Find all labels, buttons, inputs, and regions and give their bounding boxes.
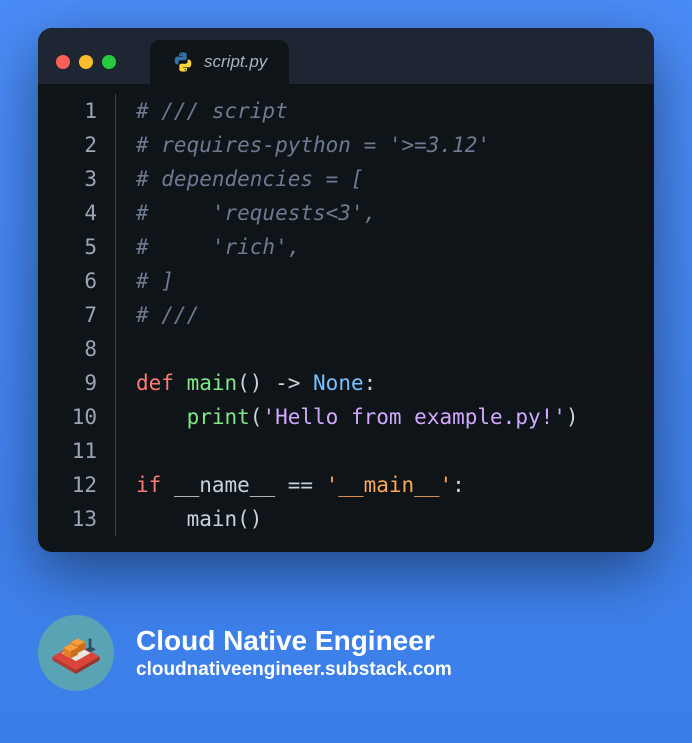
footer-title: Cloud Native Engineer	[136, 625, 452, 657]
code-line: print('Hello from example.py!')	[136, 400, 579, 434]
editor-window: script.py 12345678910111213 # /// script…	[38, 28, 654, 552]
line-number: 1	[38, 94, 97, 128]
line-number: 11	[38, 434, 97, 468]
line-number: 13	[38, 502, 97, 536]
code-line	[136, 332, 579, 366]
code-line: # dependencies = [	[136, 162, 579, 196]
minimize-icon[interactable]	[79, 55, 93, 69]
tab-filename: script.py	[204, 52, 267, 72]
code-line: # /// script	[136, 94, 579, 128]
line-number: 12	[38, 468, 97, 502]
code-line: main()	[136, 502, 579, 536]
avatar	[38, 615, 114, 691]
line-number: 2	[38, 128, 97, 162]
titlebar: script.py	[38, 28, 654, 84]
code-line: # ]	[136, 264, 579, 298]
line-number: 6	[38, 264, 97, 298]
code-line: # requires-python = '>=3.12'	[136, 128, 579, 162]
line-number: 5	[38, 230, 97, 264]
footer: Cloud Native Engineer cloudnativeenginee…	[38, 615, 452, 691]
code-content[interactable]: # /// script# requires-python = '>=3.12'…	[116, 94, 579, 536]
tab-active[interactable]: script.py	[150, 40, 289, 84]
line-number: 3	[38, 162, 97, 196]
line-number: 7	[38, 298, 97, 332]
python-icon	[172, 51, 194, 73]
line-number-gutter: 12345678910111213	[38, 94, 116, 536]
code-line	[136, 434, 579, 468]
code-line: # ///	[136, 298, 579, 332]
close-icon[interactable]	[56, 55, 70, 69]
line-number: 10	[38, 400, 97, 434]
code-line: if __name__ == '__main__':	[136, 468, 579, 502]
code-line: def main() -> None:	[136, 366, 579, 400]
code-line: # 'rich',	[136, 230, 579, 264]
line-number: 9	[38, 366, 97, 400]
line-number: 4	[38, 196, 97, 230]
window-controls	[56, 55, 116, 69]
footer-subtitle: cloudnativeengineer.substack.com	[136, 659, 452, 681]
code-area[interactable]: 12345678910111213 # /// script# requires…	[38, 84, 654, 552]
maximize-icon[interactable]	[102, 55, 116, 69]
footer-text: Cloud Native Engineer cloudnativeenginee…	[136, 625, 452, 681]
code-line: # 'requests<3',	[136, 196, 579, 230]
line-number: 8	[38, 332, 97, 366]
